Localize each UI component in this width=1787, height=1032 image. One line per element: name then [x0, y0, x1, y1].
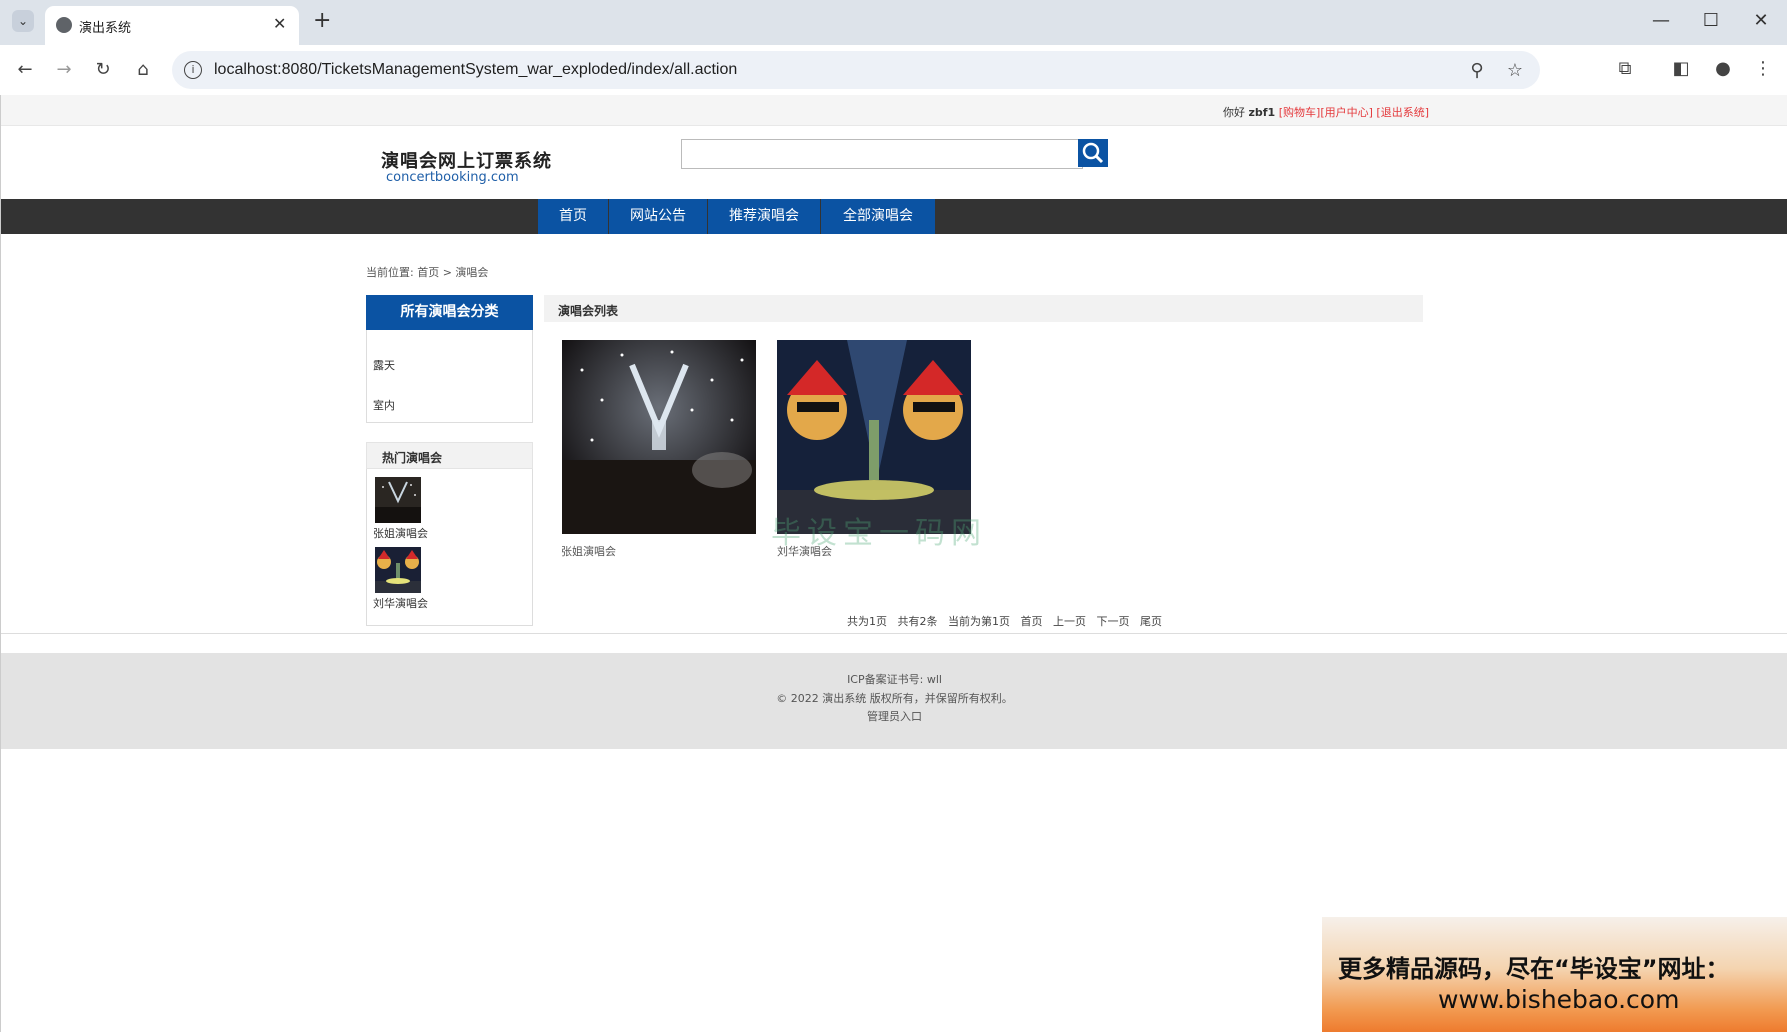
- hot-concerts-header: 热门演唱会: [366, 442, 533, 469]
- category-list: 露天 室内: [366, 330, 533, 423]
- banner-text: 更多精品源码，尽在“毕设宝”网址：: [1338, 955, 1730, 983]
- main-nav: 首页 网站公告 推荐演唱会 全部演唱会: [1, 199, 1787, 234]
- category-header: 所有演唱会分类: [366, 295, 533, 330]
- home-icon[interactable]: ⌂: [133, 59, 153, 80]
- close-window-icon[interactable]: ✕: [1751, 10, 1771, 31]
- hot-item-label[interactable]: 张姐演唱会: [373, 525, 428, 541]
- search-icon: [1082, 142, 1104, 164]
- nav-announcements[interactable]: 网站公告: [609, 199, 707, 234]
- pager-last[interactable]: 尾页: [1140, 615, 1162, 628]
- footer-copyright: © 2022 演出系统 版权所有，并保留所有权利。: [776, 692, 1013, 705]
- search-button[interactable]: [1078, 139, 1108, 167]
- user-topbar: 你好 zbf1 [购物车][用户中心] [退出系统]: [1, 95, 1787, 126]
- browser-tab[interactable]: 演出系统 ✕: [45, 6, 299, 45]
- category-item-indoor[interactable]: 室内: [373, 397, 395, 413]
- concert-list-header: 演唱会列表: [544, 295, 1423, 322]
- globe-icon: [56, 17, 72, 33]
- hot-item-label[interactable]: 刘华演唱会: [373, 595, 428, 611]
- nav-all-concerts[interactable]: 全部演唱会: [821, 199, 935, 234]
- menu-kebab-icon[interactable]: ⋮: [1752, 58, 1774, 79]
- watermark-text: 毕设宝一码网: [771, 516, 987, 551]
- hot-thumb-liuhua[interactable]: [375, 547, 421, 593]
- cart-link[interactable]: [购物车]: [1279, 106, 1321, 119]
- profile-icon[interactable]: ●: [1712, 58, 1734, 79]
- pager-current: 当前为第1页: [948, 615, 1010, 628]
- pager-prev[interactable]: 上一页: [1053, 615, 1086, 628]
- greeting-text: 你好: [1223, 106, 1245, 119]
- close-tab-icon[interactable]: ✕: [273, 14, 286, 33]
- pager-first[interactable]: 首页: [1021, 615, 1043, 628]
- back-arrow-icon[interactable]: ←: [15, 59, 35, 80]
- new-tab-button[interactable]: +: [313, 8, 331, 33]
- footer-admin-link[interactable]: 管理员入口: [1, 708, 1787, 724]
- concert-list-title: 演唱会列表: [558, 304, 619, 318]
- browser-toolbar: ← → ↻ ⌂ i localhost:8080/TicketsManageme…: [0, 45, 1787, 95]
- pagination: 共为1页 共有2条 当前为第1页 首页 上一页 下一页 尾页: [847, 613, 1167, 629]
- hot-thumb-zhangjie[interactable]: [375, 477, 421, 523]
- site-info-icon[interactable]: i: [184, 61, 202, 79]
- nav-home[interactable]: 首页: [538, 199, 608, 234]
- forward-arrow-icon[interactable]: →: [54, 59, 74, 80]
- extensions-icon[interactable]: ⧉: [1614, 58, 1636, 79]
- web-page: 你好 zbf1 [购物车][用户中心] [退出系统] 演唱会网上订票系统 con…: [0, 95, 1787, 1032]
- maximize-icon[interactable]: ☐: [1701, 10, 1721, 31]
- minimize-icon[interactable]: —: [1651, 10, 1671, 31]
- url-text[interactable]: localhost:8080/TicketsManagementSystem_w…: [214, 61, 737, 79]
- breadcrumb: 当前位置: 首页 > 演唱会: [366, 266, 489, 279]
- footer-icp: ICP备案证书号: wll: [847, 673, 942, 686]
- bookmark-star-icon[interactable]: ☆: [1504, 60, 1526, 81]
- footer: ICP备案证书号: wll © 2022 演出系统 版权所有，并保留所有权利。 …: [1, 653, 1787, 749]
- side-panel-icon[interactable]: ◧: [1670, 58, 1692, 79]
- greeting: 你好 zbf1 [购物车][用户中心] [退出系统]: [1223, 104, 1429, 120]
- pager-next[interactable]: 下一页: [1097, 615, 1130, 628]
- nav-recommended[interactable]: 推荐演唱会: [708, 199, 820, 234]
- tab-list-button[interactable]: ⌄: [12, 10, 34, 32]
- banner-url: www.bishebao.com: [1438, 985, 1680, 1014]
- pager-total-items: 共有2条: [897, 615, 938, 628]
- zoom-icon[interactable]: ⚲: [1466, 60, 1488, 81]
- username: zbf1: [1248, 106, 1276, 119]
- user-center-link[interactable]: [用户中心]: [1320, 106, 1373, 119]
- reload-icon[interactable]: ↻: [93, 59, 113, 80]
- browser-tab-bar: ⌄ 演出系统 ✕ + — ☐ ✕: [0, 0, 1787, 45]
- site-logo-domain[interactable]: concertbooking.com: [386, 170, 519, 185]
- hot-concerts-title: 热门演唱会: [382, 451, 443, 465]
- hot-concerts-list: 张姐演唱会 刘华演唱会: [366, 469, 533, 626]
- tab-title: 演出系统: [79, 21, 132, 36]
- address-bar[interactable]: i localhost:8080/TicketsManagementSystem…: [172, 51, 1540, 89]
- concert-card-label[interactable]: 张姐演唱会: [561, 543, 616, 559]
- search-input[interactable]: [681, 139, 1083, 169]
- category-item-outdoor[interactable]: 露天: [373, 357, 395, 373]
- concert-card-image-liuhua[interactable]: [777, 340, 971, 534]
- footer-divider: [1, 633, 1787, 634]
- logout-link[interactable]: [退出系统]: [1376, 106, 1429, 119]
- pager-total-pages: 共为1页: [847, 615, 887, 628]
- concert-card-image-zhangjie[interactable]: [562, 340, 756, 534]
- promo-banner[interactable]: 更多精品源码，尽在“毕设宝”网址： www.bishebao.com: [1322, 917, 1787, 1032]
